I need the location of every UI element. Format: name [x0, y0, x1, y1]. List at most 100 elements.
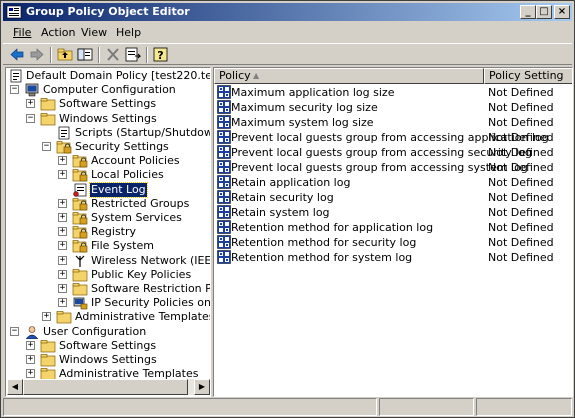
tree-item-file-system[interactable]: + File System	[6, 239, 210, 253]
policy-row[interactable]: Prevent local guests group from accessin…	[214, 130, 572, 145]
policy-row[interactable]: Prevent local guests group from accessin…	[214, 145, 572, 160]
expand-icon[interactable]: +	[58, 298, 67, 308]
scroll-thumb[interactable]	[23, 379, 188, 395]
tree-item-registry[interactable]: + Registry	[6, 225, 210, 239]
horizontal-scrollbar[interactable]: ◀ ▶	[7, 379, 210, 395]
policy-setting: Not Defined	[488, 191, 554, 204]
policy-name: Retain security log	[231, 191, 334, 204]
script-icon	[56, 126, 72, 140]
column-header-policy-setting[interactable]: Policy Setting	[484, 68, 572, 84]
expand-icon[interactable]: +	[58, 255, 67, 265]
tree-item-system-services[interactable]: + System Services	[6, 211, 210, 225]
show-hide-tree-icon[interactable]	[76, 46, 94, 63]
scroll-left-button[interactable]: ◀	[7, 379, 23, 395]
expand-icon[interactable]: +	[58, 170, 67, 180]
tree-item-label: Administrative Templates	[75, 310, 211, 324]
policy-icon	[217, 100, 231, 114]
policy-icon	[217, 145, 231, 159]
expand-icon[interactable]: +	[58, 269, 67, 279]
collapse-icon[interactable]: −	[10, 326, 19, 336]
tree-item-computer-configuration[interactable]: − Computer Configuration	[6, 83, 210, 97]
tree-item-wireless-network-ieee-802[interactable]: + Wireless Network (IEEE 802	[6, 254, 210, 268]
policy-icon	[217, 220, 231, 234]
minimize-icon: _	[525, 6, 531, 17]
expand-icon[interactable]: +	[26, 369, 35, 379]
policy-icon	[217, 235, 231, 249]
delete-icon[interactable]	[104, 46, 122, 63]
event-log-icon	[72, 183, 88, 197]
policy-row[interactable]: Maximum security log size Not Defined	[214, 100, 572, 115]
tree-item-label: Software Restriction Policie	[91, 282, 211, 295]
tree-item-windows-settings[interactable]: + Windows Settings	[6, 353, 210, 367]
tree-item-ip-security-policies-on-activ[interactable]: + IP Security Policies on Activ	[6, 296, 210, 310]
policy-row[interactable]: Retain application log Not Defined	[214, 175, 572, 190]
security-icon	[72, 168, 88, 182]
tree-item-restricted-groups[interactable]: + Restricted Groups	[6, 196, 210, 211]
title-bar[interactable]: Group Policy Object Editor _ □ ×	[3, 3, 572, 21]
tree-item-scripts-startup-shutdown[interactable]: Scripts (Startup/Shutdown)	[6, 126, 210, 140]
menu-action[interactable]: Action	[41, 26, 75, 39]
close-button[interactable]: ×	[554, 5, 570, 19]
expand-icon[interactable]: +	[58, 227, 67, 237]
policy-icon	[217, 115, 231, 129]
policy-row[interactable]: Retention method for application log Not …	[214, 220, 572, 235]
policy-row[interactable]: Prevent local guests group from accessin…	[214, 160, 572, 175]
policy-row[interactable]: Maximum system log size Not Defined	[214, 115, 572, 130]
arrow-right-icon: ▶	[198, 382, 206, 391]
expand-icon[interactable]: +	[26, 99, 35, 109]
tree-item-local-policies[interactable]: + Local Policies	[6, 168, 210, 182]
tree-pane[interactable]: Default Domain Policy [test220.testtwo.l…	[5, 67, 211, 397]
expand-icon[interactable]: +	[58, 156, 67, 166]
tree-item-security-settings[interactable]: − Security Settings	[6, 140, 210, 154]
policy-name: Prevent local guests group from accessin…	[231, 161, 528, 174]
export-list-icon[interactable]	[124, 46, 142, 63]
tree-item-public-key-policies[interactable]: + Public Key Policies	[6, 268, 210, 282]
policy-row[interactable]: Retain system log Not Defined	[214, 205, 572, 220]
expand-icon[interactable]: +	[58, 284, 67, 293]
tree-item-label: Restricted Groups	[91, 196, 190, 210]
tree-item-software-settings[interactable]: + Software Settings	[6, 339, 210, 353]
policy-row[interactable]: Retain security log Not Defined	[214, 190, 572, 205]
collapse-icon[interactable]: −	[10, 85, 19, 95]
tree-item-software-restriction-policie[interactable]: + Software Restriction Policie	[6, 282, 211, 296]
up-folder-icon[interactable]	[56, 46, 74, 63]
menu-file[interactable]: File	[13, 26, 31, 39]
expand-icon[interactable]: +	[58, 213, 67, 222]
antenna-icon	[72, 254, 88, 268]
expand-icon[interactable]: +	[26, 355, 35, 364]
forward-icon[interactable]	[28, 46, 46, 63]
collapse-icon[interactable]: −	[42, 142, 51, 151]
tree-item-user-configuration[interactable]: − User Configuration	[6, 325, 210, 339]
policy-setting: Not Defined	[488, 206, 554, 219]
menu-view[interactable]: View	[81, 26, 107, 39]
list-pane[interactable]: Policy ▲ Policy Setting Maximum applicat…	[213, 67, 573, 397]
expand-icon[interactable]: +	[58, 241, 67, 251]
tree-item-windows-settings[interactable]: − Windows Settings	[6, 112, 210, 126]
tree-item-software-settings[interactable]: + Software Settings	[6, 97, 210, 111]
toolbar-separator	[146, 47, 148, 63]
policy-row[interactable]: Maximum application log size Not Defined	[214, 85, 572, 100]
policy-setting: Not Defined	[488, 221, 554, 234]
maximize-button[interactable]: □	[536, 5, 552, 19]
column-header-policy[interactable]: Policy ▲	[214, 68, 484, 84]
close-icon: ×	[557, 6, 567, 17]
expand-icon[interactable]: +	[58, 198, 67, 208]
scroll-right-button[interactable]: ▶	[194, 379, 210, 395]
minimize-button[interactable]: _	[520, 5, 536, 19]
tree-item-account-policies[interactable]: + Account Policies	[6, 154, 210, 168]
policy-name: Retention method for security log	[231, 236, 417, 249]
tree-item-label: System Services	[91, 211, 182, 224]
tree-item-administrative-templates[interactable]: + Administrative Templates	[6, 310, 211, 324]
security-icon	[72, 225, 88, 239]
policy-icon	[217, 85, 231, 99]
policy-row[interactable]: Retention method for security log Not Def…	[214, 235, 572, 250]
status-bar-main	[3, 398, 377, 416]
collapse-icon[interactable]: −	[26, 113, 35, 123]
tree-item-event-log[interactable]: Event Log	[6, 181, 210, 198]
policy-row[interactable]: Retention method for system log Not Defin…	[214, 250, 572, 265]
menu-help[interactable]: Help	[116, 26, 141, 39]
expand-icon[interactable]: +	[42, 312, 51, 322]
back-icon[interactable]	[8, 46, 26, 63]
help-icon[interactable]: ?	[152, 46, 170, 63]
expand-icon[interactable]: +	[26, 340, 35, 350]
